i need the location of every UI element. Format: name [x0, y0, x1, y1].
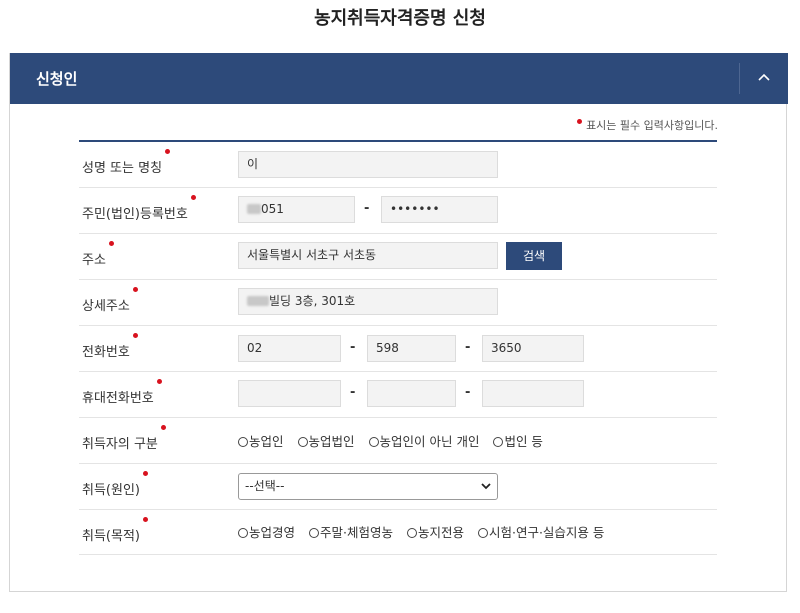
detail-address-input[interactable]: 빌딩 3층, 301호 [238, 288, 498, 315]
radio-farmer[interactable]: 농업인 [238, 431, 284, 450]
chevron-up-icon [758, 73, 770, 81]
required-dot [156, 379, 162, 384]
radio-circle-icon [493, 437, 504, 447]
radio-farm-management[interactable]: 농업경영 [238, 522, 295, 541]
mobile-second-input[interactable] [367, 380, 456, 407]
acquirer-type-row: 취득자의 구분 농업인 농업법인 농업인이 아닌 개인 법인 등 [79, 418, 717, 464]
dash: - [465, 385, 471, 400]
reg-no-first-input[interactable]: 051 [238, 196, 355, 223]
phone-first-input[interactable]: 02 [238, 335, 341, 362]
cause-row: 취득(원인) --선택-- [79, 464, 717, 510]
purpose-radios: 농업경영 주말·체험영농 농지전용 시험·연구·실습지용 등 [238, 522, 614, 541]
phone-label: 전화번호 [82, 333, 138, 360]
radio-research-site[interactable]: 시험·연구·실습지용 등 [477, 522, 604, 541]
purpose-row: 취득(목적) 농업경영 주말·체험영농 농지전용 시험·연구·실습지용 등 [79, 510, 717, 555]
radio-circle-icon [406, 528, 417, 538]
required-dot [190, 195, 196, 200]
radio-circle-icon [297, 437, 308, 447]
acquirer-type-label: 취득자의 구분 [82, 425, 166, 452]
reg-no-second-input[interactable]: ••••••• [381, 196, 498, 223]
required-dot [142, 471, 148, 476]
panel-title: 신청인 [36, 70, 78, 88]
dash: - [465, 340, 471, 355]
radio-farmland-conversion[interactable]: 농지전용 [406, 522, 464, 541]
required-dot [142, 517, 148, 522]
mobile-row: 휴대전화번호 - - [79, 372, 717, 418]
radio-farm-corporation[interactable]: 농업법인 [297, 431, 355, 450]
radio-circle-icon [309, 528, 319, 538]
phone-row: 전화번호 02 - 598 - 3650 [79, 326, 717, 372]
required-note: 표시는 필수 입력사항입니다. [577, 117, 718, 133]
mobile-first-input[interactable] [238, 380, 341, 407]
radio-weekend-farming[interactable]: 주말·체험영농 [309, 522, 393, 541]
radio-non-farmer-individual[interactable]: 농업인이 아닌 개인 [368, 431, 479, 450]
mobile-third-input[interactable] [482, 380, 584, 407]
dash: - [350, 340, 356, 355]
required-dot [165, 149, 171, 154]
panel-header: 신청인 [10, 53, 788, 104]
detail-address-label: 상세주소 [82, 287, 138, 314]
name-label: 성명 또는 명칭 [82, 149, 171, 176]
phone-second-input[interactable]: 598 [367, 335, 456, 362]
required-dot [577, 119, 583, 124]
phone-third-input[interactable]: 3650 [482, 335, 584, 362]
masked-text [247, 296, 269, 306]
chevron-down-icon [481, 483, 491, 490]
address-search-button[interactable]: 검색 [506, 242, 562, 270]
address-row: 주소 서울특별시 서초구 서초동 검색 [79, 234, 717, 280]
address-label: 주소 [82, 241, 114, 268]
required-dot [108, 241, 114, 246]
radio-circle-icon [477, 528, 488, 538]
name-row: 성명 또는 명칭 이 [79, 142, 717, 188]
acquirer-type-radios: 농업인 농업법인 농업인이 아닌 개인 법인 등 [238, 431, 553, 450]
radio-corporation-etc[interactable]: 법인 등 [493, 431, 543, 450]
dash: - [350, 385, 356, 400]
name-input[interactable]: 이 [238, 151, 498, 178]
mobile-label: 휴대전화번호 [82, 379, 162, 406]
cause-label: 취득(원인) [82, 471, 148, 498]
radio-circle-icon [368, 437, 379, 447]
reg-no-label: 주민(법인)등록번호 [82, 195, 196, 222]
radio-circle-icon [238, 528, 248, 538]
address-input[interactable]: 서울특별시 서초구 서초동 [238, 242, 498, 269]
collapse-button[interactable] [740, 53, 788, 104]
cause-selected-value: --선택-- [245, 479, 285, 493]
radio-circle-icon [238, 437, 248, 447]
cause-select[interactable]: --선택-- [238, 473, 498, 500]
dash: - [364, 201, 370, 216]
reg-no-row: 주민(법인)등록번호 051 - ••••••• [79, 188, 717, 234]
purpose-label: 취득(목적) [82, 517, 148, 544]
detail-address-row: 상세주소 빌딩 3층, 301호 [79, 280, 717, 326]
page-title: 농지취득자격증명 신청 [314, 8, 486, 29]
required-note-text: 표시는 필수 입력사항입니다. [586, 119, 718, 132]
masked-text [247, 204, 261, 214]
required-dot [132, 333, 138, 338]
required-dot [132, 287, 138, 292]
required-dot [160, 425, 166, 430]
